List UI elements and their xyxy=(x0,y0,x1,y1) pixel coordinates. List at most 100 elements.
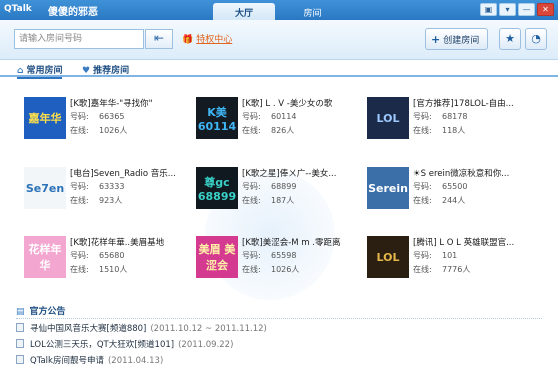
room-online-value: 244人 xyxy=(442,196,466,205)
room-card[interactable]: 嘉年华 [K歌]嘉年华-"寻找你" 号码: 66365 在线: 1026人 xyxy=(24,97,194,157)
announcement-text: QTalk房间靓号申请 xyxy=(30,356,104,366)
announcement-date: (2011.10.12 ~ 2011.11.12) xyxy=(150,324,267,334)
room-title: [K歌]花样年華..美眉基地 xyxy=(70,238,165,248)
room-card[interactable]: LOL [官方推荐]178LOL-自由... 号码: 68178 在线: 118人 xyxy=(367,97,537,157)
document-icon xyxy=(16,355,24,364)
menu-icon[interactable]: ▾ xyxy=(499,3,516,16)
window-controls: ▣ ▾ — ✕ xyxy=(480,3,554,16)
room-online-value: 1026人 xyxy=(99,126,128,135)
room-thumbnail: Serein xyxy=(367,167,409,209)
room-number-value: 68899 xyxy=(271,182,297,191)
room-card[interactable]: Serein ☀S erein微凉秋意和你... 号码: 65500 在线: 244… xyxy=(367,167,537,227)
announcement-text: LOL公测三天乐，QT大狂欢[频道101] xyxy=(30,340,175,350)
room-number-value: 101 xyxy=(442,251,458,260)
enter-room-button[interactable]: ⇤ xyxy=(145,29,173,49)
room-title: [K歌]嘉年华-"寻找你" xyxy=(70,99,153,109)
room-thumbnail: K美 60114 xyxy=(196,97,238,139)
tab-room[interactable]: 房间 xyxy=(285,3,340,20)
heart-icon: ♥ xyxy=(82,66,91,76)
room-number: 号码: 68178 xyxy=(413,111,467,122)
announcement-item[interactable]: LOL公测三天乐，QT大狂欢[频道101] (2011.09.22) xyxy=(16,338,233,350)
announcement-item[interactable]: QTalk房间靓号申请 (2011.04.13) xyxy=(16,354,163,366)
room-card[interactable]: 花样年华 [K歌]花样年華..美眉基地 号码: 65680 在线: 1510人 xyxy=(24,236,194,296)
tab-lobby[interactable]: 大厅 xyxy=(213,3,275,20)
room-title: [电台]Seven_Radio 音乐... xyxy=(70,169,176,179)
tab-recommended-rooms[interactable]: ♥ 推荐房间 xyxy=(82,63,129,76)
favorites-star-icon[interactable]: ★ xyxy=(499,28,521,50)
room-title: [K歌] L . V -美少女の歌 xyxy=(242,99,333,109)
room-thumbnail: Se7en xyxy=(24,167,66,209)
room-online-label: 在线: xyxy=(242,265,261,274)
tab-recommended-rooms-label: 推荐房间 xyxy=(93,66,130,76)
room-number: 号码: 63333 xyxy=(70,181,124,192)
room-number-label: 号码: xyxy=(413,112,432,121)
room-category-tabs: ⌂ 常用房间 ♥ 推荐房间 xyxy=(0,61,558,79)
room-card[interactable]: 美眉 美涩会 [K歌]美涩会-M m .零距离 号码: 65598 在线: 1026… xyxy=(196,236,366,296)
announcement-date: (2011.04.13) xyxy=(107,356,164,366)
room-thumbnail: 花样年华 xyxy=(24,236,66,278)
room-title: [腾讯] L O L 英雄联盟官... xyxy=(413,238,515,248)
room-number-input[interactable] xyxy=(14,29,144,49)
room-thumbnail: 美眉 美涩会 xyxy=(196,236,238,278)
room-online-label: 在线: xyxy=(242,126,261,135)
toolbar: ⇤ 🎁特权中心 +创建房间 ★ ◔ xyxy=(0,20,558,60)
tab-frequent-rooms[interactable]: ⌂ 常用房间 xyxy=(17,63,63,79)
plus-icon: + xyxy=(431,33,441,46)
room-online-label: 在线: xyxy=(70,196,89,205)
history-clock-icon[interactable]: ◔ xyxy=(525,28,547,50)
privilege-center-link[interactable]: 🎁 特权中心 xyxy=(182,32,232,45)
announcements-title: 官方公告 xyxy=(29,307,66,317)
room-number-value: 65598 xyxy=(271,251,297,260)
room-number: 号码: 66365 xyxy=(70,111,124,122)
room-online: 在线: 1026人 xyxy=(70,125,127,136)
room-number-label: 号码: xyxy=(413,182,432,191)
room-online: 在线: 187人 xyxy=(242,195,294,206)
home-icon: ⌂ xyxy=(17,66,24,76)
room-title: [官方推荐]178LOL-自由... xyxy=(413,99,514,109)
minimize-icon[interactable]: — xyxy=(518,3,535,16)
room-number: 号码: 65500 xyxy=(413,181,467,192)
gift-icon: 🎁 xyxy=(182,35,194,45)
room-number-label: 号码: xyxy=(242,182,261,191)
room-number: 号码: 101 xyxy=(413,250,457,261)
room-card[interactable]: 尊gc 68899 [K歌之星]俸ㄨ广--美女... 号码: 68899 在线: 1… xyxy=(196,167,366,227)
room-number-value: 60114 xyxy=(271,112,297,121)
room-number-label: 号码: xyxy=(413,251,432,260)
privilege-center-label: 特权中心 xyxy=(196,35,233,45)
room-number-label: 号码: xyxy=(242,251,261,260)
room-online-value: 1026人 xyxy=(271,265,300,274)
room-number-value: 65500 xyxy=(442,182,468,191)
room-card[interactable]: K美 60114 [K歌] L . V -美少女の歌 号码: 60114 在线: 8… xyxy=(196,97,366,157)
room-number: 号码: 60114 xyxy=(242,111,296,122)
room-online-value: 7776人 xyxy=(442,265,471,274)
title-bar: QTalk 傻傻的邪恶 大厅 房间 ▣ ▾ — ✕ xyxy=(0,0,558,20)
room-online: 在线: 244人 xyxy=(413,195,465,206)
create-room-button[interactable]: + 创建房间 xyxy=(425,28,488,50)
document-icon: ▤ xyxy=(16,307,25,317)
room-card[interactable]: LOL [腾讯] L O L 英雄联盟官... 号码: 101 在线: 7776人 xyxy=(367,236,537,296)
room-number: 号码: 65680 xyxy=(70,250,124,261)
room-online: 在线: 1026人 xyxy=(242,264,299,275)
room-number-value: 66365 xyxy=(99,112,125,121)
room-online-value: 187人 xyxy=(271,196,295,205)
announcement-item[interactable]: 寻仙中国风音乐大赛[频道880] (2011.10.12 ~ 2011.11.12… xyxy=(16,322,267,334)
room-online: 在线: 826人 xyxy=(242,125,294,136)
announcement-date: (2011.09.22) xyxy=(178,340,234,350)
room-online-value: 923人 xyxy=(99,196,123,205)
room-number: 号码: 68899 xyxy=(242,181,296,192)
announcement-text: 寻仙中国风音乐大赛[频道880] xyxy=(30,324,147,334)
room-thumbnail: 尊gc 68899 xyxy=(196,167,238,209)
skin-icon[interactable]: ▣ xyxy=(480,3,497,16)
room-online: 在线: 118人 xyxy=(413,125,465,136)
create-room-label: 创建房间 xyxy=(443,36,480,46)
tab-frequent-rooms-label: 常用房间 xyxy=(26,66,63,76)
room-title: [K歌]美涩会-M m .零距离 xyxy=(242,238,341,248)
room-online-label: 在线: xyxy=(413,265,432,274)
document-icon xyxy=(16,339,24,348)
divider xyxy=(16,318,542,319)
announcements-header: ▤ 官方公告 xyxy=(16,304,66,317)
room-card[interactable]: Se7en [电台]Seven_Radio 音乐... 号码: 63333 在线:… xyxy=(24,167,194,227)
app-brand: QTalk xyxy=(4,4,32,14)
room-online-label: 在线: xyxy=(70,126,89,135)
close-icon[interactable]: ✕ xyxy=(537,3,554,16)
